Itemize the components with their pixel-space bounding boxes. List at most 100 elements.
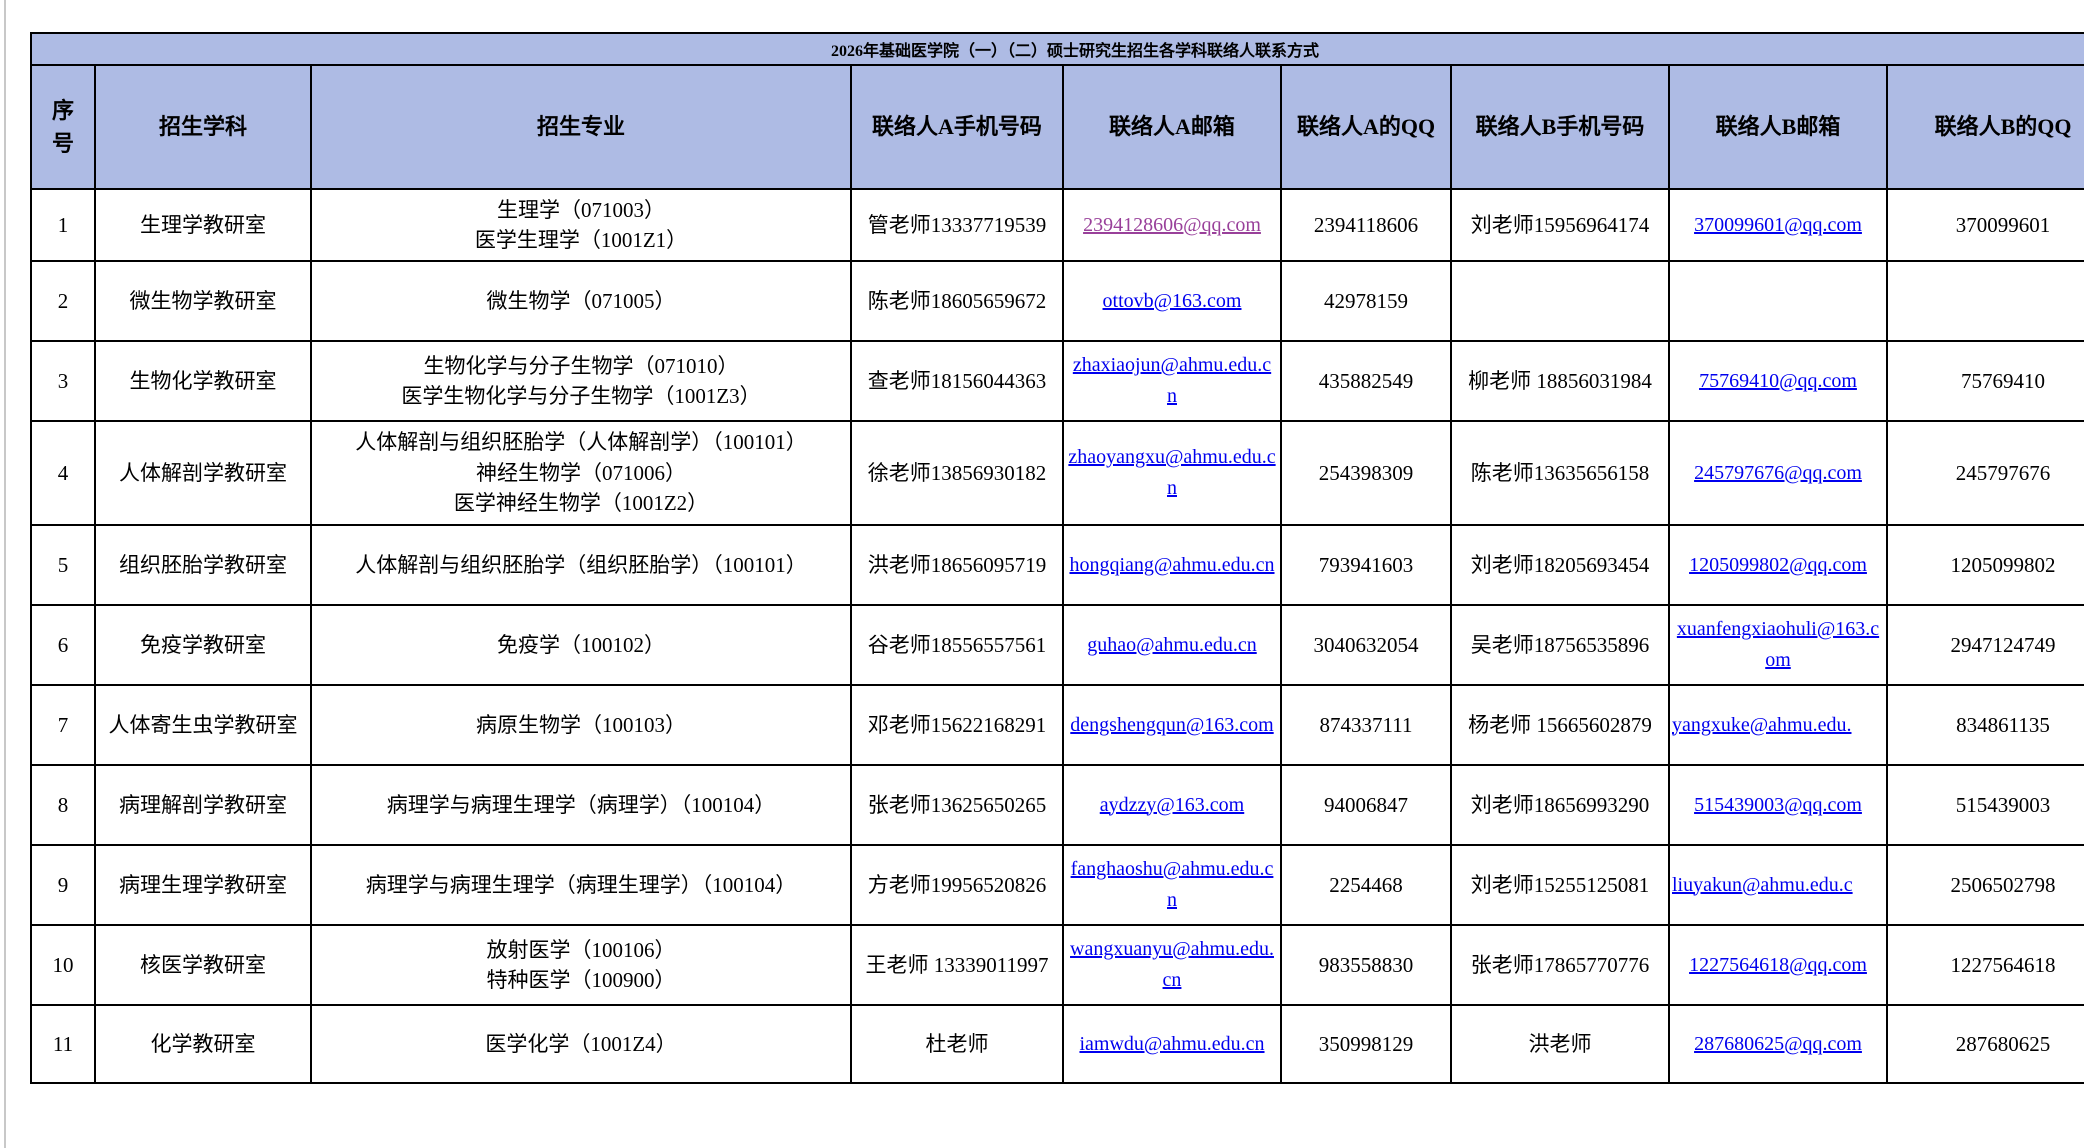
- major-cell: 人体解剖与组织胚胎学（组织胚胎学）（100101）: [311, 525, 851, 605]
- contact-b-phone-cell: 刘老师18656993290: [1451, 765, 1669, 845]
- contact-b-email-cell: 515439003@qq.com: [1669, 765, 1887, 845]
- contact-a-qq-cell: 793941603: [1281, 525, 1451, 605]
- contact-a-email-cell: iamwdu@ahmu.edu.cn: [1063, 1005, 1281, 1083]
- email-link[interactable]: wangxuanyu@ahmu.edu.cn: [1070, 938, 1274, 991]
- contact-a-email-cell: 2394128606@qq.com: [1063, 189, 1281, 261]
- contact-a-email-cell: zhaxiaojun@ahmu.edu.cn: [1063, 341, 1281, 421]
- contact-b-email-cell: liuyakun@ahmu.edu.c: [1669, 845, 1887, 925]
- contact-a-phone-cell: 方老师19956520826: [851, 845, 1063, 925]
- major-line: 生理学（071003）: [316, 195, 846, 225]
- table-body: 1生理学教研室生理学（071003）医学生理学（1001Z1）管老师133377…: [31, 189, 2084, 1083]
- contact-a-qq-cell: 874337111: [1281, 685, 1451, 765]
- email-link[interactable]: yangxuke@ahmu.edu.: [1672, 714, 1851, 736]
- contact-a-qq-cell: 2394118606: [1281, 189, 1451, 261]
- contact-a-email-cell: guhao@ahmu.edu.cn: [1063, 605, 1281, 685]
- column-header-row: 序号 招生学科 招生专业 联络人A手机号码 联络人A邮箱 联络人A的QQ 联络人…: [31, 65, 2084, 189]
- major-line: 病理学与病理生理学（病理学）（100104）: [316, 790, 846, 820]
- email-link[interactable]: zhaoyangxu@ahmu.edu.cn: [1068, 446, 1275, 499]
- contact-a-email-cell: zhaoyangxu@ahmu.edu.cn: [1063, 421, 1281, 525]
- email-link[interactable]: 245797676@qq.com: [1694, 462, 1862, 484]
- table-row: 7人体寄生虫学教研室病原生物学（100103）邓老师15622168291den…: [31, 685, 2084, 765]
- contact-a-qq-cell: 350998129: [1281, 1005, 1451, 1083]
- column-header-contact-a-email: 联络人A邮箱: [1063, 65, 1281, 189]
- major-line: 医学化学（1001Z4）: [316, 1029, 846, 1059]
- contact-b-qq-cell: 834861135: [1887, 685, 2084, 765]
- contact-a-qq-cell: 254398309: [1281, 421, 1451, 525]
- major-cell: 医学化学（1001Z4）: [311, 1005, 851, 1083]
- contact-a-email-cell: fanghaoshu@ahmu.edu.cn: [1063, 845, 1281, 925]
- contact-b-qq-cell: 287680625: [1887, 1005, 2084, 1083]
- email-link[interactable]: 287680625@qq.com: [1694, 1033, 1862, 1055]
- contact-a-phone-cell: 杜老师: [851, 1005, 1063, 1083]
- contact-a-qq-cell: 94006847: [1281, 765, 1451, 845]
- row-number-cell: 6: [31, 605, 95, 685]
- row-number-cell: 11: [31, 1005, 95, 1083]
- contact-b-phone-cell: 陈老师13635656158: [1451, 421, 1669, 525]
- major-line: 生物化学与分子生物学（071010）: [316, 351, 846, 381]
- row-number-cell: 8: [31, 765, 95, 845]
- row-number-cell: 1: [31, 189, 95, 261]
- discipline-cell: 免疫学教研室: [95, 605, 311, 685]
- major-cell: 放射医学（100106）特种医学（100900）: [311, 925, 851, 1005]
- column-header-contact-a-qq: 联络人A的QQ: [1281, 65, 1451, 189]
- major-cell: 微生物学（071005）: [311, 261, 851, 341]
- contact-a-phone-cell: 徐老师13856930182: [851, 421, 1063, 525]
- table-row: 10核医学教研室放射医学（100106）特种医学（100900）王老师 1333…: [31, 925, 2084, 1005]
- contact-b-phone-cell: 刘老师15255125081: [1451, 845, 1669, 925]
- email-link[interactable]: fanghaoshu@ahmu.edu.cn: [1071, 858, 1274, 911]
- contact-b-qq-cell: [1887, 261, 2084, 341]
- contact-table-container: 2026年基础医学院（一）（二）硕士研究生招生各学科联络人联系方式 序号 招生学…: [30, 32, 2084, 1084]
- table-row: 8病理解剖学教研室病理学与病理生理学（病理学）（100104）张老师136256…: [31, 765, 2084, 845]
- column-header-discipline: 招生学科: [95, 65, 311, 189]
- email-link[interactable]: zhaxiaojun@ahmu.edu.cn: [1073, 354, 1271, 407]
- discipline-cell: 病理生理学教研室: [95, 845, 311, 925]
- contact-b-email-cell: 287680625@qq.com: [1669, 1005, 1887, 1083]
- contact-a-phone-cell: 邓老师15622168291: [851, 685, 1063, 765]
- discipline-cell: 化学教研室: [95, 1005, 311, 1083]
- contact-a-phone-cell: 查老师18156044363: [851, 341, 1063, 421]
- contact-b-qq-cell: 1227564618: [1887, 925, 2084, 1005]
- major-line: 特种医学（100900）: [316, 965, 846, 995]
- contact-b-phone-cell: 刘老师15956964174: [1451, 189, 1669, 261]
- title-row: 2026年基础医学院（一）（二）硕士研究生招生各学科联络人联系方式: [31, 33, 2084, 65]
- contact-b-email-cell: xuanfengxiaohuli@163.com: [1669, 605, 1887, 685]
- table-row: 11化学教研室医学化学（1001Z4）杜老师 iamwdu@ahmu.edu.cn…: [31, 1005, 2084, 1083]
- email-link[interactable]: 1205099802@qq.com: [1689, 554, 1867, 576]
- contact-a-phone-cell: 王老师 13339011997: [851, 925, 1063, 1005]
- email-link[interactable]: xuanfengxiaohuli@163.com: [1677, 618, 1879, 671]
- column-header-seq: 序号: [31, 65, 95, 189]
- contact-b-phone-cell: 张老师17865770776: [1451, 925, 1669, 1005]
- contact-b-qq-cell: 245797676: [1887, 421, 2084, 525]
- email-link[interactable]: aydzzy@163.com: [1100, 794, 1244, 816]
- discipline-cell: 生物化学教研室: [95, 341, 311, 421]
- contact-b-qq-cell: 2947124749: [1887, 605, 2084, 685]
- contact-b-phone-cell: 吴老师18756535896: [1451, 605, 1669, 685]
- email-link[interactable]: 2394128606@qq.com: [1083, 214, 1261, 236]
- major-line: 神经生物学（071006）: [316, 458, 846, 488]
- major-line: 医学神经生物学（1001Z2）: [316, 488, 846, 518]
- contact-b-phone-cell: 洪老师: [1451, 1005, 1669, 1083]
- contact-a-email-cell: wangxuanyu@ahmu.edu.cn: [1063, 925, 1281, 1005]
- email-link[interactable]: hongqiang@ahmu.edu.cn: [1069, 554, 1274, 576]
- email-link[interactable]: guhao@ahmu.edu.cn: [1087, 634, 1256, 656]
- email-link[interactable]: dengshengqun@163.com: [1070, 714, 1273, 736]
- email-link[interactable]: 1227564618@qq.com: [1689, 954, 1867, 976]
- discipline-cell: 微生物学教研室: [95, 261, 311, 341]
- contact-b-email-cell: 1227564618@qq.com: [1669, 925, 1887, 1005]
- major-cell: 生理学（071003）医学生理学（1001Z1）: [311, 189, 851, 261]
- email-link[interactable]: 370099601@qq.com: [1694, 214, 1862, 236]
- email-link[interactable]: ottovb@163.com: [1103, 290, 1242, 312]
- contact-a-phone-cell: 管老师13337719539: [851, 189, 1063, 261]
- email-link[interactable]: iamwdu@ahmu.edu.cn: [1079, 1033, 1264, 1055]
- column-header-major: 招生专业: [311, 65, 851, 189]
- email-link[interactable]: 515439003@qq.com: [1694, 794, 1862, 816]
- contact-b-qq-cell: 370099601: [1887, 189, 2084, 261]
- email-link[interactable]: liuyakun@ahmu.edu.c: [1672, 874, 1853, 896]
- table-row: 4人体解剖学教研室人体解剖与组织胚胎学（人体解剖学）（100101）神经生物学（…: [31, 421, 2084, 525]
- major-line: 免疫学（100102）: [316, 630, 846, 660]
- contact-b-email-cell: [1669, 261, 1887, 341]
- table-row: 9病理生理学教研室病理学与病理生理学（病理生理学）（100104）方老师1995…: [31, 845, 2084, 925]
- major-line: 微生物学（071005）: [316, 286, 846, 316]
- email-link[interactable]: 75769410@qq.com: [1699, 370, 1857, 392]
- major-line: 人体解剖与组织胚胎学（组织胚胎学）（100101）: [316, 550, 846, 580]
